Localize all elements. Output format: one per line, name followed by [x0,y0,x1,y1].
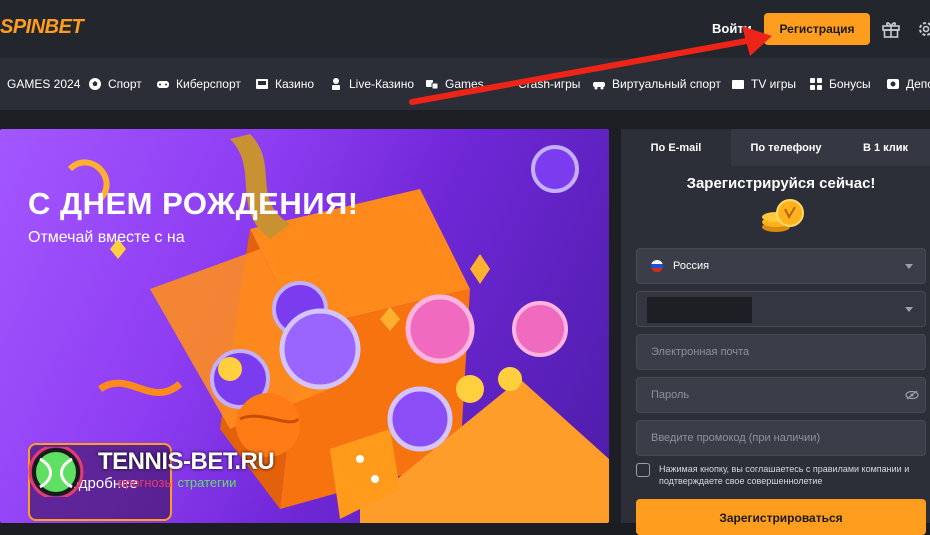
nav-label: Виртуальный спорт [612,77,721,91]
rocket-icon [501,79,510,88]
watermark-text: TENNIS-BET.RU [98,448,275,475]
watermark-sub-b: стратегии [177,475,237,490]
gamepad-icon [157,81,169,88]
nav-label: TV игры [751,77,797,91]
nav-label: Спорт [108,77,142,91]
nav-label: Crash-игры [518,77,581,91]
nav-item-deposit[interactable]: Депо [886,77,930,91]
login-button[interactable]: Войти [712,21,752,36]
nav-item-casino[interactable]: Казино [255,77,314,91]
tennis-ball-logo-icon [28,447,84,497]
email-field[interactable]: Электронная почта [636,334,926,370]
nav-label: Бонусы [829,77,871,91]
register-button[interactable]: Регистрация [764,13,870,45]
nav-item-live-casino[interactable]: Live-Казино [329,77,414,91]
currency-select[interactable] [636,291,926,327]
tab-one-click[interactable]: В 1 клик [841,129,930,166]
nav-label: Live-Казино [349,77,415,91]
nav-label: Киберспорт [176,77,241,91]
registration-tabs: По E-mail По телефону В 1 клик [621,129,930,166]
promo-code-field[interactable]: Введите промокод (при наличии) [636,420,926,456]
nav-label: GAMES 2024 [7,77,81,91]
watermark-subtitle: прогнозы стратегии [118,475,236,490]
nav-item-sport[interactable]: Спорт [88,77,142,91]
nav-item-bonuses[interactable]: Бонусы [809,77,871,91]
gift-icon[interactable] [880,18,902,40]
coins-icon [762,199,804,232]
nav-item-crash-games[interactable]: Crash-игры [498,77,580,91]
tab-email[interactable]: По E-mail [621,129,731,166]
country-select[interactable]: Россия [636,248,926,284]
deposit-icon [887,79,899,89]
terms-text: Нажимая кнопку, вы соглашаетесь с правил… [659,464,910,486]
submit-register-button[interactable]: Зарегистрироваться [636,499,926,535]
nav-item-virtual-sport[interactable]: Виртуальный спорт [592,77,721,91]
dealer-icon [332,78,340,90]
password-placeholder: Пароль [651,389,690,401]
nav-label: Казино [275,77,315,91]
russia-flag-icon [651,260,663,272]
country-value: Россия [673,260,710,272]
registration-panel: По E-mail По телефону В 1 клик Зарегистр… [621,129,930,535]
bonus-icon [810,78,822,90]
nav-label: Депо [906,77,930,91]
chevron-down-icon [905,307,913,312]
nav-item-esports[interactable]: Киберспорт [156,77,241,91]
dice-icon [426,80,439,90]
gear-icon[interactable] [915,18,930,40]
eye-off-icon[interactable] [905,390,919,400]
car-icon [593,82,605,90]
panel-title: Зарегистрируйся сейчас! [686,175,876,192]
nav-item-games-2024[interactable]: GAMES 2024 [7,77,80,91]
main-nav: GAMES 2024 Спорт Киберспорт Казино Live-… [0,58,930,110]
nav-label: Games [445,77,484,91]
password-field[interactable]: Пароль [636,377,926,413]
redacted-box [647,297,752,323]
tab-phone[interactable]: По телефону [731,129,841,166]
watermark-sub-a: прогнозы [118,475,174,490]
nav-item-games[interactable]: Games [425,77,484,91]
banner-subtitle: Отмечай вместе с на [28,229,185,246]
slot-machine-icon [256,79,268,89]
logo[interactable]: SPINBET [0,16,84,39]
top-bar: SPINBET Войти Регистрация [0,0,930,58]
nav-item-tv-games[interactable]: TV игры [731,77,796,91]
chevron-down-icon [905,264,913,269]
soccer-ball-icon [89,78,101,90]
tv-icon [732,80,744,89]
terms-checkbox[interactable] [636,463,650,477]
banner-title: С ДНЕМ РОЖДЕНИЯ! [28,186,359,221]
